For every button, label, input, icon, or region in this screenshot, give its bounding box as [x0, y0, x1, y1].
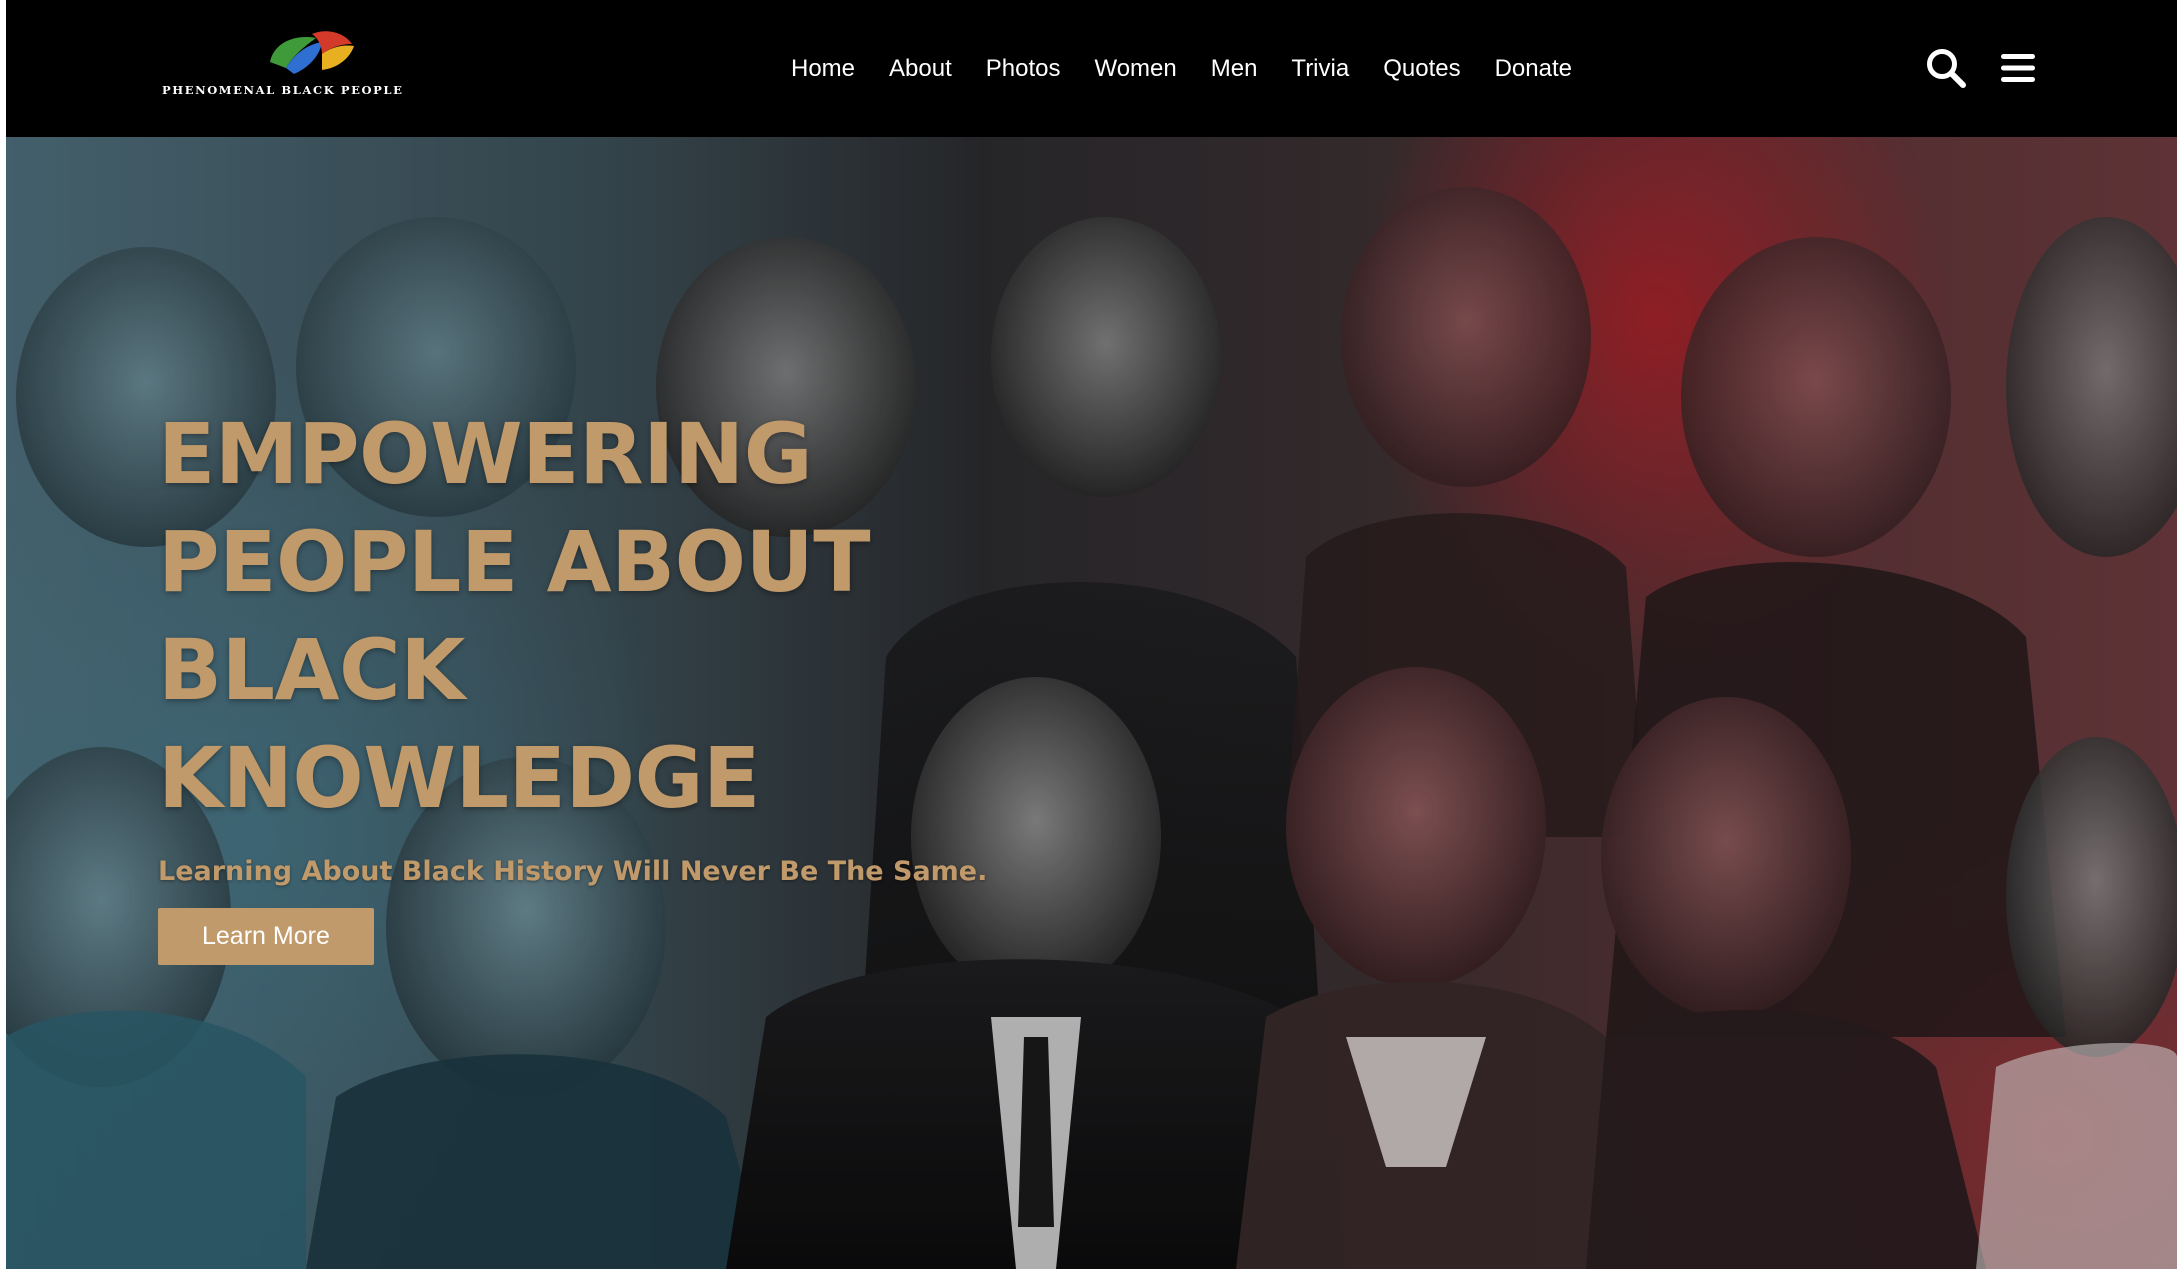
hero-title-line: PEOPLE ABOUT [158, 513, 871, 611]
nav-item-about[interactable]: About [889, 49, 952, 89]
hero-subtitle: Learning About Black History Will Never … [158, 856, 988, 887]
nav-item-home[interactable]: Home [791, 49, 855, 89]
nav-item-donate[interactable]: Donate [1495, 49, 1572, 89]
site-logo[interactable]: PHENOMENAL BLACK PEOPLE [162, 26, 462, 106]
search-icon [1927, 49, 1966, 88]
nav-item-women[interactable]: Women [1094, 49, 1176, 89]
hamburger-menu-icon [2001, 54, 2035, 82]
page-frame: PHENOMENAL BLACK PEOPLE Home About Photo… [6, 0, 2177, 1269]
nav-item-trivia[interactable]: Trivia [1291, 49, 1349, 89]
nav-item-photos[interactable]: Photos [986, 49, 1061, 89]
search-button[interactable] [1924, 46, 1968, 90]
nav-item-men[interactable]: Men [1211, 49, 1258, 89]
hero-copy: EMPOWERING PEOPLE ABOUT BLACK KNOWLEDGE … [158, 400, 1058, 965]
menu-button[interactable] [1996, 46, 2040, 90]
nav-item-quotes[interactable]: Quotes [1383, 49, 1460, 89]
hero-section: EMPOWERING PEOPLE ABOUT BLACK KNOWLEDGE … [6, 137, 2177, 1269]
header-icons [1924, 46, 2040, 90]
logo-text: PHENOMENAL BLACK PEOPLE [162, 83, 404, 97]
hero-title-line: BLACK KNOWLEDGE [158, 621, 760, 827]
hero-title: EMPOWERING PEOPLE ABOUT BLACK KNOWLEDGE [158, 400, 1058, 832]
logo-mark-icon [270, 31, 354, 74]
hero-title-line: EMPOWERING [158, 405, 813, 503]
main-nav: Home About Photos Women Men Trivia Quote… [791, 49, 1572, 89]
site-header: PHENOMENAL BLACK PEOPLE Home About Photo… [6, 0, 2177, 137]
learn-more-button[interactable]: Learn More [158, 908, 374, 965]
